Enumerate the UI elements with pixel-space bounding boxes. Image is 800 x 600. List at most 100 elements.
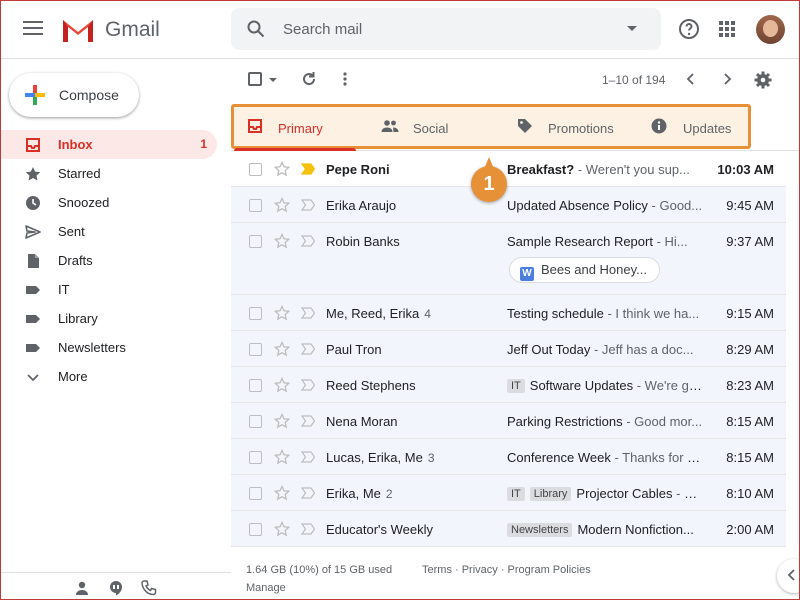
refresh-icon[interactable] <box>301 71 317 87</box>
settings-gear-icon[interactable] <box>754 71 772 89</box>
sidebar-item-inbox[interactable]: Inbox 1 <box>1 130 217 159</box>
email-row[interactable]: Erika, Me 2 IT Library Projector Cables - M.… <box>231 475 786 511</box>
star-icon[interactable] <box>274 449 290 465</box>
sidebar-item-drafts[interactable]: Drafts <box>1 246 217 275</box>
search-bar[interactable]: Search mail <box>231 8 661 50</box>
star-icon <box>25 167 41 181</box>
label-icon <box>26 315 40 323</box>
important-marker-icon[interactable] <box>301 199 315 211</box>
gmail-logo-icon[interactable] <box>61 17 95 43</box>
row-checkbox[interactable] <box>249 163 262 176</box>
draft-icon <box>28 254 39 268</box>
star-icon[interactable] <box>274 521 290 537</box>
star-icon[interactable] <box>274 485 290 501</box>
sidebar-item-library[interactable]: Library <box>1 304 217 333</box>
gmail-brand-text[interactable]: Gmail <box>105 18 160 42</box>
tab-updates[interactable]: Updates <box>651 104 751 149</box>
important-marker-icon[interactable] <box>301 343 315 355</box>
row-checkbox[interactable] <box>249 343 262 356</box>
star-icon[interactable] <box>274 413 290 429</box>
email-row[interactable]: Erika Araujo Updated Absence Policy - Goo… <box>231 187 786 223</box>
more-options-icon[interactable] <box>337 71 353 87</box>
star-icon[interactable] <box>274 233 290 249</box>
search-icon[interactable] <box>247 20 265 38</box>
email-subject: Software Updates <box>529 378 634 393</box>
email-sender: Erika Araujo <box>326 198 397 213</box>
attachment-chip[interactable]: W Bees and Honey... <box>509 257 660 283</box>
main-menu-icon[interactable] <box>23 21 43 37</box>
email-subject: Modern Nonfiction... <box>577 522 694 537</box>
email-sender: Nena Moran <box>326 414 398 429</box>
side-panel-toggle[interactable] <box>777 559 799 593</box>
sidebar-item-snoozed[interactable]: Snoozed <box>1 188 217 217</box>
email-row[interactable]: Reed Stephens IT Software Updates - We're … <box>231 367 786 403</box>
email-sender: Reed Stephens <box>326 378 416 393</box>
email-row[interactable]: Pepe Roni Breakfast? - Weren't you sup...… <box>231 151 786 187</box>
important-marker-icon[interactable] <box>301 235 315 247</box>
row-checkbox[interactable] <box>249 415 262 428</box>
email-sender: Me, Reed, Erika 4 <box>326 306 431 321</box>
tab-primary[interactable]: Primary <box>231 104 361 149</box>
row-checkbox[interactable] <box>249 199 262 212</box>
tab-label: Updates <box>683 121 732 136</box>
star-icon[interactable] <box>274 161 290 177</box>
search-input[interactable]: Search mail <box>283 21 362 38</box>
thread-count: 3 <box>427 451 435 465</box>
sidebar-item-label: Drafts <box>58 253 93 268</box>
account-avatar[interactable] <box>756 15 785 44</box>
contacts-icon[interactable] <box>74 580 90 596</box>
email-label-tag[interactable]: IT <box>507 379 525 393</box>
search-options-icon[interactable] <box>627 26 637 31</box>
chevron-left-icon[interactable] <box>683 71 699 87</box>
sidebar-item-sent[interactable]: Sent <box>1 217 217 246</box>
chevron-right-icon[interactable] <box>719 71 735 87</box>
important-marker-icon[interactable] <box>301 307 315 319</box>
important-marker-icon[interactable] <box>301 487 315 499</box>
star-icon[interactable] <box>274 305 290 321</box>
people-icon <box>381 120 399 132</box>
important-marker-icon[interactable] <box>301 379 315 391</box>
apps-grid-icon[interactable] <box>715 17 739 41</box>
sidebar-item-starred[interactable]: Starred <box>1 159 217 188</box>
sidebar-item-newsletters[interactable]: Newsletters <box>1 333 217 362</box>
important-marker-icon[interactable] <box>301 523 315 535</box>
row-checkbox[interactable] <box>249 523 262 536</box>
star-icon[interactable] <box>274 341 290 357</box>
select-options-icon[interactable] <box>269 78 277 82</box>
email-sender: Erika, Me 2 <box>326 486 393 501</box>
select-all-checkbox[interactable] <box>248 72 262 86</box>
row-checkbox[interactable] <box>249 307 262 320</box>
email-label-tag[interactable]: Newsletters <box>507 523 573 537</box>
important-marker-icon[interactable] <box>301 451 315 463</box>
email-row[interactable]: Lucas, Erika, Me 3 Conference Week - Thank… <box>231 439 786 475</box>
email-label-tag[interactable]: Library <box>529 487 572 501</box>
row-checkbox[interactable] <box>249 235 262 248</box>
sidebar-item-it[interactable]: IT <box>1 275 217 304</box>
compose-button[interactable]: Compose <box>9 73 139 117</box>
important-marker-icon[interactable] <box>301 163 315 175</box>
hangouts-icon[interactable] <box>108 580 124 596</box>
row-checkbox[interactable] <box>249 487 262 500</box>
star-icon[interactable] <box>274 197 290 213</box>
email-row[interactable]: Me, Reed, Erika 4 Testing schedule - I thi… <box>231 295 786 331</box>
email-row[interactable]: Robin Banks Sample Research Report - Hi..… <box>231 223 786 295</box>
email-row[interactable]: Paul Tron Jeff Out Today - Jeff has a doc… <box>231 331 786 367</box>
thread-count: 2 <box>385 487 393 501</box>
star-icon[interactable] <box>274 377 290 393</box>
email-row[interactable]: Nena Moran Parking Restrictions - Good mo… <box>231 403 786 439</box>
help-icon[interactable] <box>677 17 701 41</box>
email-snippet: - Good... <box>647 198 703 213</box>
sidebar-item-more[interactable]: More <box>1 362 217 391</box>
inbox-icon <box>26 138 40 152</box>
footer-links[interactable]: Terms · Privacy · Program Policies <box>422 564 591 576</box>
manage-storage-link[interactable]: Manage <box>246 582 286 594</box>
tab-promotions[interactable]: Promotions <box>515 104 645 149</box>
important-marker-icon[interactable] <box>301 415 315 427</box>
email-subject-line: IT Software Updates - We're go... <box>507 378 703 393</box>
phone-icon[interactable] <box>141 580 157 596</box>
row-checkbox[interactable] <box>249 451 262 464</box>
email-row[interactable]: Educator's Weekly Newsletters Modern Nonfi… <box>231 511 786 547</box>
tab-social[interactable]: Social <box>379 104 499 149</box>
email-label-tag[interactable]: IT <box>507 487 525 501</box>
row-checkbox[interactable] <box>249 379 262 392</box>
